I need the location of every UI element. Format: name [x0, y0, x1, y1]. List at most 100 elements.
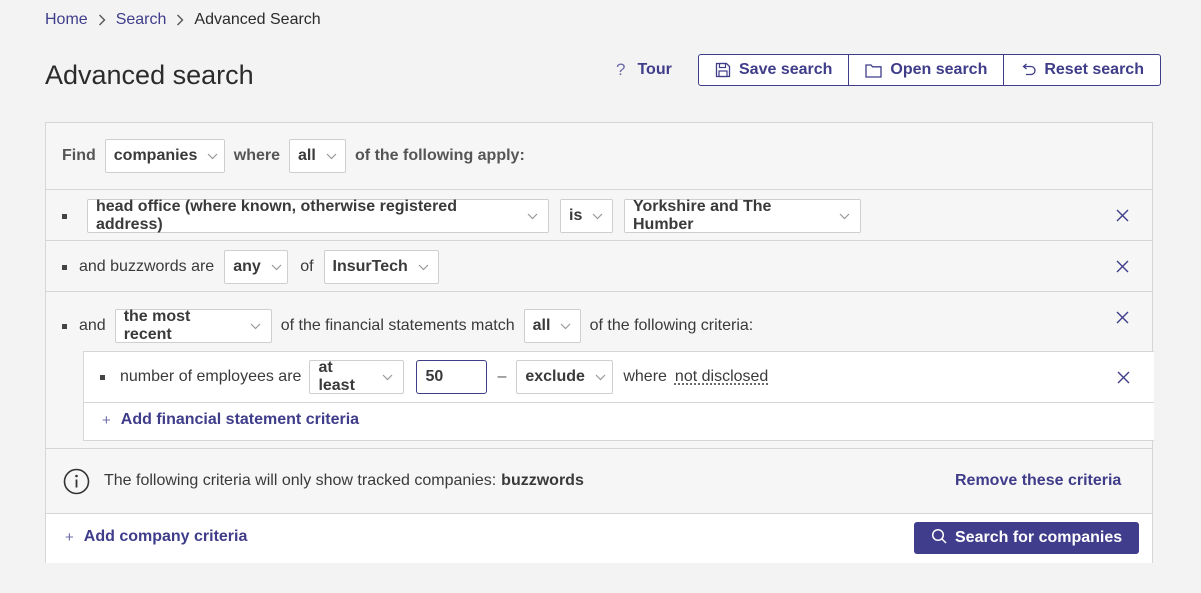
search-for-companies-button[interactable]: Search for companies [914, 522, 1140, 554]
search-actions-group: Save search Open search Reset search [698, 54, 1161, 86]
chevron-down-icon [560, 323, 571, 330]
field-select[interactable]: head office (where known, otherwise regi… [87, 198, 549, 233]
find-sentence: Find companies where all of the followin… [62, 139, 525, 173]
buzzwords-quantifier-select[interactable]: any [224, 250, 289, 284]
reset-search-label: Reset search [1044, 61, 1144, 78]
comparator-select-value: at least [318, 359, 355, 394]
entity-select[interactable]: companies [104, 139, 225, 173]
breadcrumb-current: Advanced Search [194, 11, 321, 28]
chevron-down-icon [326, 153, 337, 160]
add-financial-criteria-button[interactable]: + Add financial statement criteria [102, 411, 359, 429]
notice-text: The following criteria will only show tr… [104, 472, 497, 489]
chevron-down-icon [207, 153, 218, 160]
financial-quantifier-value: all [532, 317, 551, 334]
chevron-down-icon [592, 213, 603, 220]
chevron-down-icon [839, 213, 850, 220]
where-label: where [233, 147, 281, 164]
period-select-value: the most recent [123, 308, 191, 343]
save-search-button[interactable]: Save search [699, 55, 848, 85]
criterion-row-head-office: head office (where known, otherwise regi… [46, 190, 1152, 241]
breadcrumb-home-link[interactable]: Home [45, 11, 88, 29]
region-select[interactable]: Yorkshire and The Humber [624, 198, 861, 233]
bullet [62, 213, 67, 219]
bullet [62, 264, 67, 270]
financial-statements-label: of the financial statements match [280, 317, 515, 334]
chevron-down-icon [250, 323, 261, 330]
employees-sentence: number of employees are at least – exclu… [100, 359, 768, 394]
plus-icon: + [102, 411, 111, 429]
remove-sub-criterion-close-icon[interactable] [1117, 371, 1130, 384]
employees-criterion-row: number of employees are at least – exclu… [84, 352, 1154, 403]
chevron-down-icon [382, 374, 393, 381]
breadcrumb: Home Search Advanced Search [45, 11, 321, 29]
question-icon: ? [616, 60, 626, 79]
entity-select-value: companies [113, 147, 198, 164]
bullet [100, 374, 105, 380]
info-icon [63, 468, 90, 495]
save-icon [715, 62, 731, 78]
add-company-criteria-label: Add company criteria [83, 528, 248, 545]
comparator-select[interactable]: at least [309, 359, 405, 394]
financial-quantifier-select[interactable]: all [523, 309, 581, 343]
page-title: Advanced search [45, 60, 254, 90]
financial-suffix: of the following criteria: [589, 317, 754, 334]
buzzwords-prefix: and buzzwords are [79, 258, 215, 275]
range-dash: – [497, 368, 507, 385]
find-quantifier-value: all [298, 147, 316, 164]
buzzwords-select-value: InsurTech [332, 258, 408, 275]
buzzwords-select[interactable]: InsurTech [323, 250, 439, 284]
remove-these-criteria-link[interactable]: Remove these criteria [955, 472, 1121, 490]
exclude-select[interactable]: exclude [516, 360, 614, 394]
criterion-sentence: and buzzwords are any of InsurTech [62, 250, 439, 284]
period-select[interactable]: the most recent [114, 308, 272, 343]
remove-criterion-close-icon[interactable] [1116, 311, 1129, 324]
chevron-down-icon [595, 374, 606, 381]
employees-label: number of employees are [120, 368, 302, 385]
criterion-sentence: and the most recent of the financial sta… [62, 308, 754, 343]
chevron-down-icon [418, 264, 429, 271]
tour-button[interactable]: ? Tour [616, 60, 672, 80]
tracked-companies-notice: The following criteria will only show tr… [46, 449, 1152, 514]
chevron-down-icon [527, 213, 538, 220]
remove-criterion-close-icon[interactable] [1116, 260, 1129, 273]
buzzwords-quantifier-value: any [233, 258, 261, 275]
find-row: Find companies where all of the followin… [46, 123, 1152, 190]
region-select-value: Yorkshire and The Humber [633, 198, 772, 233]
notice-text-line: The following criteria will only show tr… [104, 472, 584, 490]
add-company-criteria-button[interactable]: + Add company criteria [65, 528, 247, 546]
chevron-right-icon [176, 14, 184, 26]
of-label: of [300, 258, 314, 275]
open-search-label: Open search [890, 61, 988, 78]
find-suffix: of the following apply: [355, 147, 525, 164]
open-search-button[interactable]: Open search [848, 55, 1003, 85]
and-label: and [79, 317, 106, 334]
find-label: Find [62, 147, 96, 164]
folder-icon [865, 63, 883, 78]
add-financial-criteria-label: Add financial statement criteria [120, 411, 360, 428]
search-for-companies-label: Search for companies [955, 529, 1123, 546]
search-icon [931, 528, 947, 549]
operator-select[interactable]: is [560, 199, 613, 233]
operator-select-value: is [569, 207, 583, 224]
footer-row: + Add company criteria Search for compan… [46, 514, 1152, 563]
chevron-right-icon [98, 14, 106, 26]
criterion-sentence: head office (where known, otherwise regi… [62, 198, 861, 233]
employees-value-input[interactable] [416, 360, 488, 394]
advanced-search-panel: Find companies where all of the followin… [45, 122, 1154, 563]
bullet [62, 323, 67, 329]
field-select-value: head office (where known, otherwise regi… [96, 198, 457, 233]
tour-label: Tour [637, 61, 672, 78]
add-financial-row: + Add financial statement criteria [84, 403, 1154, 441]
plus-icon: + [65, 528, 74, 546]
notice-bold: buzzwords [501, 472, 584, 489]
not-disclosed-tooltip-text[interactable]: not disclosed [675, 368, 768, 386]
undo-icon [1020, 63, 1036, 77]
remove-criterion-close-icon[interactable] [1116, 209, 1129, 222]
save-search-label: Save search [739, 61, 833, 78]
find-quantifier-select[interactable]: all [289, 139, 347, 173]
exclude-select-value: exclude [525, 368, 585, 385]
criterion-row-buzzwords: and buzzwords are any of InsurTech [46, 241, 1152, 292]
where-text: where [623, 368, 667, 385]
breadcrumb-search-link[interactable]: Search [116, 11, 167, 29]
reset-search-button[interactable]: Reset search [1003, 55, 1160, 85]
